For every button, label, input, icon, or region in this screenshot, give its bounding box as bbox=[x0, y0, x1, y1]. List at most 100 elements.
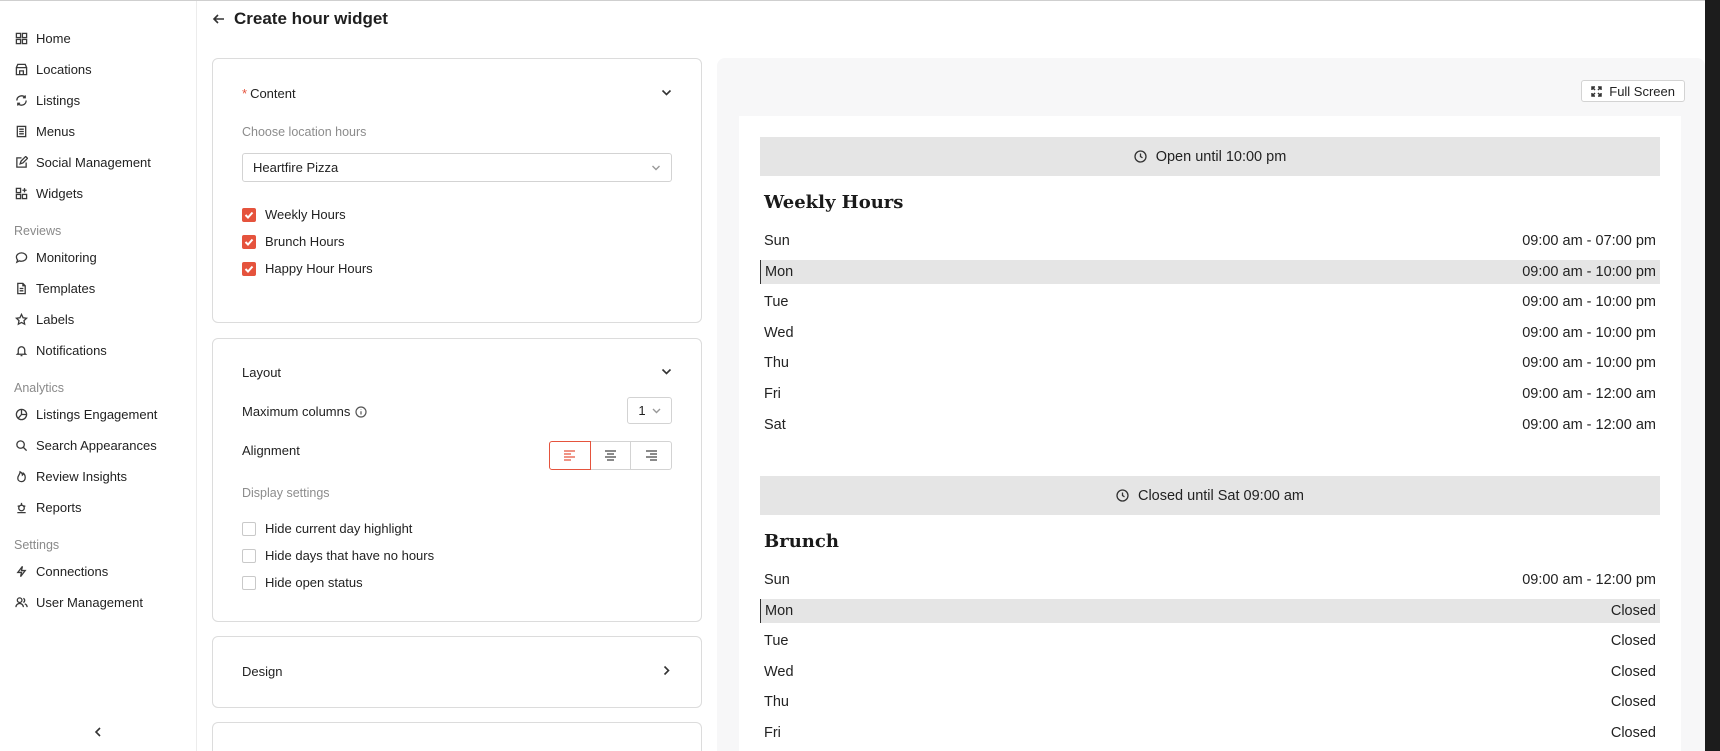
align-left-icon bbox=[564, 450, 576, 461]
brunch-hours-checkbox[interactable]: Brunch Hours bbox=[242, 234, 344, 249]
hours-row-today: Mon Closed bbox=[760, 599, 1660, 623]
hide-current-day-highlight-checkbox[interactable]: Hide current day highlight bbox=[242, 521, 412, 536]
hours-value: 09:00 am - 10:00 pm bbox=[1522, 264, 1656, 280]
status-text: Open until 10:00 pm bbox=[1155, 148, 1287, 165]
checkbox-label: Brunch Hours bbox=[265, 234, 345, 249]
checkbox-checked-icon bbox=[242, 207, 256, 222]
sidebar: Home Locations Listings Menus Social Man… bbox=[0, 1, 197, 751]
back-arrow-icon[interactable] bbox=[212, 12, 226, 26]
hours-value: Closed bbox=[1610, 633, 1656, 649]
sidebar-item-notifications[interactable]: Notifications bbox=[14, 339, 107, 361]
sidebar-item-search-appearances[interactable]: Search Appearances bbox=[14, 434, 157, 456]
hide-open-status-checkbox[interactable]: Hide open status bbox=[242, 575, 363, 590]
hours-value: 09:00 am - 10:00 pm bbox=[1522, 294, 1656, 310]
sidebar-item-labels[interactable]: Labels bbox=[14, 308, 74, 330]
align-center-button[interactable] bbox=[589, 441, 632, 470]
checkbox-label: Hide open status bbox=[265, 575, 363, 590]
align-right-button[interactable] bbox=[630, 441, 673, 470]
sidebar-item-user-management[interactable]: User Management bbox=[14, 591, 143, 613]
sidebar-item-connections[interactable]: Connections bbox=[14, 560, 108, 582]
day-label: Wed bbox=[764, 664, 794, 680]
sidebar-item-listings-engagement[interactable]: Listings Engagement bbox=[14, 403, 157, 425]
day-label: Wed bbox=[764, 325, 794, 341]
chevron-down-icon bbox=[652, 408, 661, 414]
report-icon bbox=[14, 500, 28, 514]
sidebar-item-label: Menus bbox=[36, 123, 76, 139]
hours-value: 09:00 am - 12:00 am bbox=[1522, 386, 1656, 402]
hours-value: Closed bbox=[1610, 664, 1656, 680]
day-label: Mon bbox=[765, 264, 794, 280]
chevron-right-icon bbox=[661, 664, 672, 679]
max-columns-select[interactable]: 1 bbox=[627, 397, 672, 424]
checkbox-label: Weekly Hours bbox=[265, 207, 346, 222]
info-icon[interactable] bbox=[355, 405, 367, 418]
layout-panel-title: Layout bbox=[242, 365, 282, 380]
grid-icon bbox=[14, 31, 28, 45]
align-left-button[interactable] bbox=[549, 441, 591, 470]
hours-value: Closed bbox=[1610, 694, 1656, 710]
day-label: Sat bbox=[764, 417, 786, 433]
content-panel-header[interactable]: * Content bbox=[242, 86, 672, 101]
checkbox-label: Hide days that have no hours bbox=[265, 548, 435, 563]
weekly-hours-checkbox[interactable]: Weekly Hours bbox=[242, 207, 346, 222]
menu-book-icon bbox=[14, 124, 28, 138]
hours-value: 09:00 am - 10:00 pm bbox=[1522, 325, 1656, 341]
design-panel-header[interactable]: Design bbox=[242, 664, 672, 679]
full-screen-label: Full Screen bbox=[1609, 83, 1675, 99]
sidebar-item-home[interactable]: Home bbox=[14, 27, 71, 49]
required-mark: * bbox=[242, 86, 248, 101]
sidebar-item-menus[interactable]: Menus bbox=[14, 120, 75, 142]
hours-row: Sat 09:00 am - 12:00 am bbox=[760, 413, 1660, 437]
sidebar-item-label: Monitoring bbox=[36, 249, 97, 265]
app-window: Home Locations Listings Menus Social Man… bbox=[0, 0, 1705, 751]
alignment-label: Alignment bbox=[242, 443, 300, 458]
closed-status-bar: Closed until Sat 09:00 am bbox=[760, 476, 1660, 515]
chevron-down-icon bbox=[661, 86, 672, 101]
hours-value: 09:00 am - 07:00 pm bbox=[1522, 233, 1656, 249]
sidebar-item-reports[interactable]: Reports bbox=[14, 496, 82, 518]
hours-row: Tue 09:00 am - 10:00 pm bbox=[760, 290, 1660, 314]
design-panel: Design bbox=[212, 636, 702, 708]
sidebar-item-templates[interactable]: Templates bbox=[14, 277, 95, 299]
sidebar-item-social-management[interactable]: Social Management bbox=[14, 151, 151, 173]
checkbox-label: Hide current day highlight bbox=[265, 521, 413, 536]
sidebar-item-listings[interactable]: Listings bbox=[14, 89, 80, 111]
day-label: Thu bbox=[764, 694, 789, 710]
flame-icon bbox=[14, 469, 28, 483]
design-panel-title: Design bbox=[242, 664, 283, 679]
page-header: Create hour widget bbox=[212, 9, 388, 29]
widgets-icon bbox=[14, 186, 28, 200]
chevron-down-icon bbox=[661, 365, 672, 380]
lightning-icon bbox=[14, 564, 28, 578]
happy-hour-hours-checkbox[interactable]: Happy Hour Hours bbox=[242, 261, 373, 276]
hours-row: Fri 09:00 am - 12:00 am bbox=[760, 382, 1660, 406]
sidebar-item-label: Social Management bbox=[36, 154, 151, 170]
checkbox-checked-icon bbox=[242, 261, 256, 276]
edit-icon bbox=[14, 155, 28, 169]
layout-panel-header[interactable]: Layout bbox=[242, 365, 672, 380]
sidebar-item-locations[interactable]: Locations bbox=[14, 58, 92, 80]
full-screen-button[interactable]: Full Screen bbox=[1581, 80, 1685, 102]
section-title-brunch: Brunch bbox=[764, 531, 839, 552]
collapse-sidebar-button[interactable] bbox=[90, 724, 106, 740]
hours-value: 09:00 am - 12:00 am bbox=[1522, 417, 1656, 433]
hide-days-no-hours-checkbox[interactable]: Hide days that have no hours bbox=[242, 548, 434, 563]
location-select-value: Heartfire Pizza bbox=[253, 160, 339, 175]
sidebar-item-monitoring[interactable]: Monitoring bbox=[14, 246, 97, 268]
hours-row: Sun 09:00 am - 07:00 pm bbox=[760, 229, 1660, 253]
refresh-icon bbox=[14, 93, 28, 107]
sidebar-item-label: Search Appearances bbox=[36, 437, 157, 453]
sidebar-item-review-insights[interactable]: Review Insights bbox=[14, 465, 127, 487]
bell-icon bbox=[14, 343, 28, 357]
sidebar-item-widgets[interactable]: Widgets bbox=[14, 182, 83, 204]
day-label: Tue bbox=[764, 633, 789, 649]
document-icon bbox=[14, 281, 28, 295]
pie-chart-icon bbox=[14, 407, 28, 421]
store-icon bbox=[14, 62, 28, 76]
window-edge bbox=[1705, 0, 1720, 751]
sidebar-item-label: Review Insights bbox=[36, 468, 128, 484]
sidebar-item-label: Widgets bbox=[36, 185, 83, 201]
hours-row: Thu Closed bbox=[760, 690, 1660, 714]
location-select[interactable]: Heartfire Pizza bbox=[242, 153, 672, 182]
hours-row: Sun 09:00 am - 12:00 pm bbox=[760, 568, 1660, 592]
